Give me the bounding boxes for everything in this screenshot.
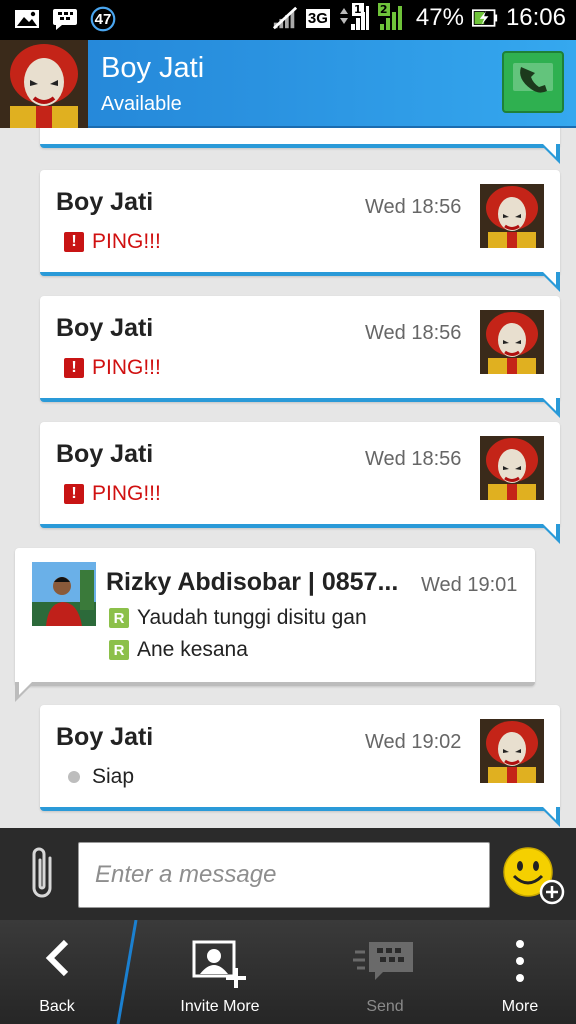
phone-icon [511,61,555,103]
chat-header: Boy Jati Available [0,40,576,128]
message-sender: Boy Jati [56,440,154,468]
status-bar: 47 3G 1 2 47% 16:06 [0,0,576,40]
message-line: R Ane kesana [109,638,248,662]
message-time: Wed 18:56 [365,196,462,218]
image-icon [14,6,40,32]
notification-count-icon: 47 [90,6,116,32]
status-left-icons: 47 [14,6,116,32]
message-line: R Yaudah tunggi disitu gan [109,606,367,630]
message-bubble[interactable]: Boy Jati Wed 18:56 ! PING!!! [40,170,560,292]
bbm-icon [52,6,78,32]
call-button[interactable] [502,51,564,113]
add-contact-icon [190,938,250,995]
read-icon: R [109,640,129,660]
message-line: ! PING!!! [64,356,161,380]
battery-percent: 47% [415,4,464,31]
message-bubble[interactable]: Boy Jati Wed 18:56 ! PING!!! [40,422,560,544]
message-text: PING!!! [92,356,161,379]
contact-name: Boy Jati [101,52,205,84]
network-type: 3G [305,8,330,28]
message-text: Ane kesana [137,638,248,661]
back-arrow-icon [42,938,72,983]
send-label: Send [366,998,404,1015]
message-bubble-incoming[interactable]: Rizky Abdisobar | 0857... Wed 19:01 R Ya… [15,548,535,702]
invite-more-label: Invite More [180,998,260,1015]
message-sender: Boy Jati [56,314,154,342]
bbm-chat-screen: 47 3G 1 2 47% 16:06 Boy Jati Available B… [0,0,576,1024]
message-text: Yaudah tunggi disitu gan [137,606,367,629]
more-label: More [501,998,539,1015]
bubble-tail-inner [542,143,556,157]
message-time: Wed 19:01 [421,574,518,596]
message-line: ! PING!!! [64,482,161,506]
message-bubble[interactable]: Boy Jati Wed 18:56 ! PING!!! [40,296,560,418]
back-label: Back [39,998,75,1015]
bubble-tail-inner [19,681,33,695]
message-time: Wed 19:02 [365,731,462,753]
avatar [480,436,544,500]
message-text: Siap [92,765,135,788]
ping-icon: ! [64,358,84,378]
bubble-tail-inner [542,271,556,285]
signal-sim2-icon: 2 [377,3,408,31]
signal-icon: 1 [338,3,370,31]
bubble-tail-inner [542,806,556,820]
sim-label: 1 [351,3,364,16]
message-sender: Rizky Abdisobar | 0857... [106,568,399,596]
sim2-label: 2 [377,3,390,16]
read-icon: R [109,608,129,628]
message-time: Wed 18:56 [365,322,462,344]
avatar[interactable] [0,40,88,128]
avatar [480,184,544,248]
status-right-icons: 3G 1 2 47% 16:06 [272,3,566,32]
message-line: Siap [62,765,134,789]
clock: 16:06 [505,4,566,31]
avatar [480,310,544,374]
message-text: PING!!! [92,482,161,505]
invite-more-button[interactable]: Invite More [150,920,290,1024]
message-text: PING!!! [92,230,161,253]
sent-status-dot [68,771,80,783]
send-button[interactable]: Send [330,920,440,1024]
ping-icon: ! [64,484,84,504]
signal-muted-icon [272,5,298,31]
message-line: ! PING!!! [64,230,161,254]
avatar [480,719,544,783]
message-sender: Boy Jati [56,188,154,216]
avatar [32,562,96,626]
message-input[interactable] [78,842,490,908]
bubble-tail-inner [542,523,556,537]
message-sender: Boy Jati [56,723,154,751]
notification-count: 47 [94,10,112,28]
back-button[interactable]: Back [0,920,114,1024]
action-bar: Back Invite More Send More [0,919,576,1024]
ping-icon: ! [64,232,84,252]
message-bubble-partial [40,128,560,164]
bubble-tail-inner [542,397,556,411]
divider [112,919,142,1024]
contact-status: Available [101,93,182,115]
paperclip-icon[interactable] [26,844,62,906]
message-list[interactable]: Boy Jati Wed 18:56 ! PING!!! Boy Jati We… [0,128,576,828]
more-button[interactable]: More [470,920,570,1024]
overflow-menu-icon [514,938,526,989]
battery-charging-icon [471,5,498,31]
message-time: Wed 18:56 [365,448,462,470]
message-bubble[interactable]: Boy Jati Wed 19:02 Siap [40,705,560,827]
smiley-add-icon[interactable] [500,844,566,906]
composer-bar [0,828,576,920]
send-icon [353,938,417,989]
